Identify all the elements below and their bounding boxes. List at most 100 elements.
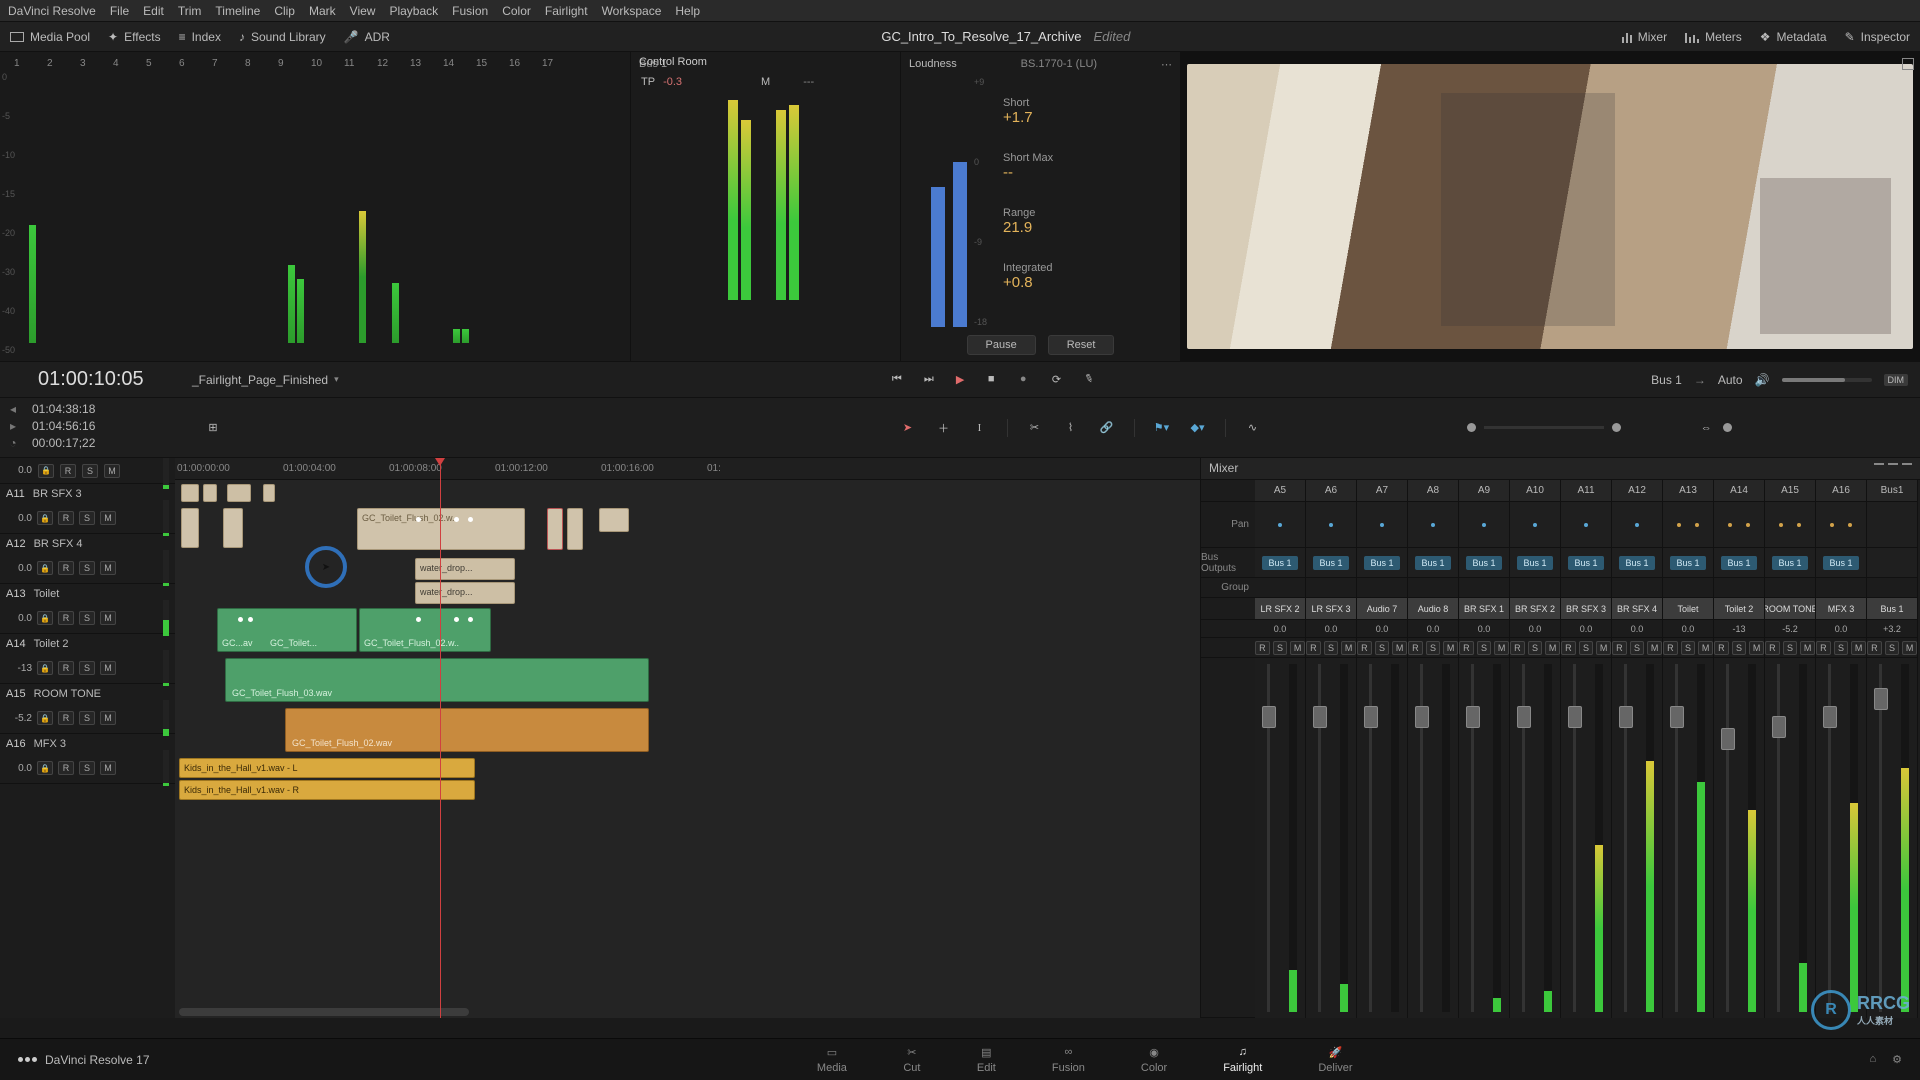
bus-output[interactable]: Bus 1 (1255, 548, 1305, 578)
transient-icon[interactable]: ∿ (1244, 419, 1262, 437)
menu-mark[interactable]: Mark (309, 4, 336, 18)
m-button[interactable]: M (1443, 641, 1458, 655)
clip-audio[interactable] (181, 508, 199, 548)
monitor-mode[interactable]: Auto (1718, 373, 1743, 387)
strip-db[interactable]: -13 (1714, 620, 1764, 638)
group-slot[interactable] (1408, 578, 1458, 598)
mixer-strip[interactable]: A6Bus 1LR SFX 30.0RSM (1306, 480, 1357, 1018)
lock-button[interactable] (38, 464, 54, 478)
strip-db[interactable]: 0.0 (1816, 620, 1866, 638)
loop-icon[interactable]: ⟳ (1052, 373, 1066, 387)
hzoom-dot[interactable] (1723, 423, 1732, 432)
r-button[interactable]: R (1306, 641, 1321, 655)
s-button[interactable]: S (1783, 641, 1798, 655)
mixer-menu-icon[interactable] (1874, 461, 1912, 476)
viewer-expand-icon[interactable] (1902, 58, 1914, 70)
group-slot[interactable] (1867, 578, 1917, 598)
fader[interactable] (1510, 658, 1560, 1018)
clip-gc-toilet[interactable]: GC...av GC_Toilet... (217, 608, 357, 652)
pan-control[interactable] (1663, 502, 1713, 548)
s-button[interactable]: S (79, 711, 95, 725)
clip-water-drop[interactable]: water_drop... (415, 582, 515, 604)
track-header[interactable]: A15ROOM TONE-5.2RSM (0, 684, 175, 734)
mixer-strip[interactable]: A12Bus 1BR SFX 40.0RSM (1612, 480, 1663, 1018)
group-slot[interactable] (1306, 578, 1356, 598)
fader[interactable] (1867, 658, 1917, 1018)
tc-out[interactable]: 01:04:56:16 (32, 419, 95, 433)
group-slot[interactable] (1255, 578, 1305, 598)
clip-audio[interactable] (567, 508, 583, 550)
clip-audio[interactable] (599, 508, 629, 532)
clip-kids-hall-l[interactable]: Kids_in_the_Hall_v1.wav - L (179, 758, 475, 778)
link-icon[interactable]: 🔗 (1098, 419, 1116, 437)
r-button[interactable]: R (58, 561, 74, 575)
s-button[interactable]: S (79, 511, 95, 525)
page-cut[interactable]: ✂Cut (903, 1045, 921, 1074)
bus-output[interactable] (1867, 548, 1917, 578)
fader[interactable] (1612, 658, 1662, 1018)
s-button[interactable]: S (1834, 641, 1849, 655)
marker-icon[interactable]: ◆▾ (1189, 419, 1207, 437)
pan-control[interactable] (1765, 502, 1815, 548)
s-button[interactable]: S (79, 661, 95, 675)
bus-output[interactable]: Bus 1 (1510, 548, 1560, 578)
timeline[interactable]: 01:00:00:0001:00:04:0001:00:08:0001:00:1… (175, 458, 1200, 1018)
m-button[interactable]: M (1647, 641, 1662, 655)
razor-icon[interactable]: ✂ (1026, 419, 1044, 437)
s-button[interactable]: S (79, 611, 95, 625)
record-icon[interactable]: ● (1020, 373, 1034, 387)
m-button[interactable]: M (100, 761, 116, 775)
mixer-strip[interactable]: A10Bus 1BR SFX 20.0RSM (1510, 480, 1561, 1018)
loudness-reset-button[interactable]: Reset (1048, 335, 1115, 355)
mixer-strip[interactable]: A7Bus 1Audio 70.0RSM (1357, 480, 1408, 1018)
r-button[interactable]: R (58, 711, 74, 725)
zoom-in-icon[interactable] (1612, 423, 1621, 432)
pan-control[interactable] (1459, 502, 1509, 548)
fader[interactable] (1459, 658, 1509, 1018)
menu-trim[interactable]: Trim (178, 4, 202, 18)
menu-fusion[interactable]: Fusion (452, 4, 488, 18)
monitor-source[interactable]: Bus 1 (1651, 373, 1682, 387)
r-button[interactable]: R (1561, 641, 1576, 655)
group-slot[interactable] (1612, 578, 1662, 598)
tc-in[interactable]: 01:04:38:18 (32, 402, 95, 416)
m-button[interactable]: M (1698, 641, 1713, 655)
strip-db[interactable]: 0.0 (1561, 620, 1611, 638)
home-icon[interactable]: ⌂ (1869, 1053, 1876, 1066)
clip-audio[interactable] (223, 508, 243, 548)
timeline-ruler[interactable]: 01:00:00:0001:00:04:0001:00:08:0001:00:1… (175, 458, 1200, 480)
r-button[interactable]: R (1714, 641, 1729, 655)
m-button[interactable]: M (100, 661, 116, 675)
clip-audio[interactable] (263, 484, 275, 502)
menu-color[interactable]: Color (502, 4, 531, 18)
strip-db[interactable]: 0.0 (1408, 620, 1458, 638)
bus-output[interactable]: Bus 1 (1357, 548, 1407, 578)
track-header[interactable]: 0.0RSM (0, 458, 175, 484)
track-header[interactable]: A13Toilet0.0RSM (0, 584, 175, 634)
page-fairlight[interactable]: ♫Fairlight (1223, 1045, 1262, 1074)
track-header[interactable]: A11BR SFX 30.0RSM (0, 484, 175, 534)
mixer-strip[interactable]: A5Bus 1LR SFX 20.0RSM (1255, 480, 1306, 1018)
bus-output[interactable]: Bus 1 (1459, 548, 1509, 578)
loudness-standard[interactable]: BS.1770-1 (LU) (1021, 58, 1097, 71)
mixer-strip[interactable]: A15Bus 1ROOM TONE-5.2RSM (1765, 480, 1816, 1018)
fader[interactable] (1408, 658, 1458, 1018)
r-button[interactable]: R (60, 464, 76, 478)
clip-room-tone[interactable]: GC_Toilet_Flush_02.wav (285, 708, 649, 752)
m-button[interactable]: M (100, 611, 116, 625)
strip-db[interactable]: 0.0 (1255, 620, 1305, 638)
r-button[interactable]: R (1867, 641, 1882, 655)
group-slot[interactable] (1663, 578, 1713, 598)
meters-toggle[interactable]: Meters (1685, 30, 1742, 44)
zoom-out-icon[interactable] (1467, 423, 1476, 432)
strip-db[interactable]: -5.2 (1765, 620, 1815, 638)
timeline-selector[interactable]: _Fairlight_Page_Finished ▾ (192, 373, 339, 387)
m-button[interactable]: M (1290, 641, 1305, 655)
r-button[interactable]: R (1459, 641, 1474, 655)
adr-toggle[interactable]: 🎤ADR (344, 30, 390, 44)
lock-button[interactable] (37, 711, 53, 725)
loudness-pause-button[interactable]: Pause (967, 335, 1036, 355)
r-button[interactable]: R (1816, 641, 1831, 655)
timeline-h-scrollbar[interactable] (179, 1008, 469, 1016)
pan-control[interactable] (1612, 502, 1662, 548)
